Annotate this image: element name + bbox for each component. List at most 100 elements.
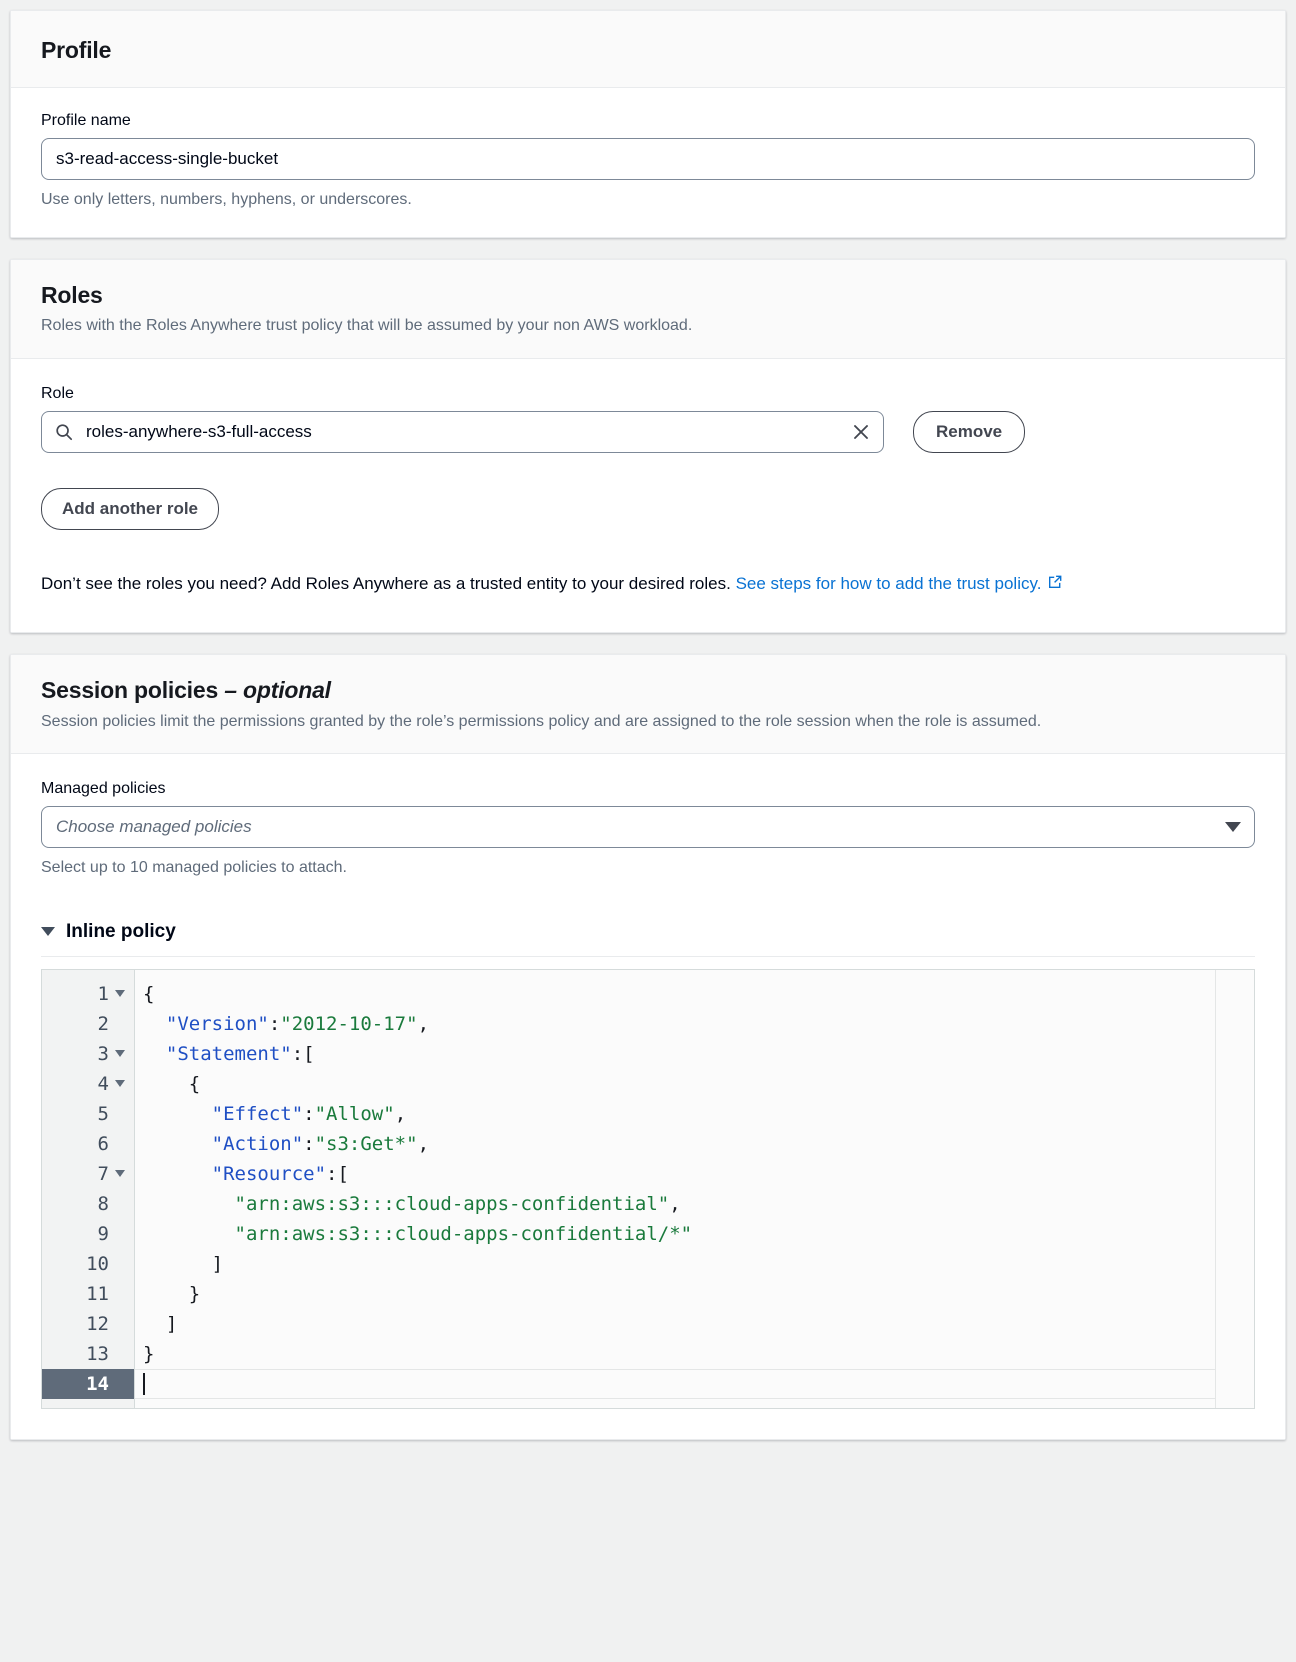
- editor-code-line[interactable]: "Resource":[: [135, 1159, 1215, 1189]
- external-link-icon[interactable]: [1046, 570, 1064, 602]
- add-another-role-button[interactable]: Add another role: [41, 487, 220, 530]
- fold-triangle-icon[interactable]: [113, 990, 126, 998]
- json-token-punc: :[: [326, 1162, 349, 1185]
- triangle-down-icon: [41, 927, 55, 937]
- editor-line-number[interactable]: 5: [42, 1099, 134, 1129]
- json-token-punc: ,: [669, 1192, 681, 1215]
- editor-line-number[interactable]: 12: [42, 1309, 134, 1339]
- editor-code-line[interactable]: "Effect":"Allow",: [135, 1099, 1215, 1129]
- json-token-str: "Allow": [314, 1102, 395, 1125]
- editor-code-line[interactable]: "arn:aws:s3:::cloud-apps-confidential/*": [135, 1219, 1215, 1249]
- line-number: 10: [86, 1252, 109, 1275]
- managed-policies-placeholder: Choose managed policies: [56, 816, 252, 836]
- inline-policy-toggle[interactable]: Inline policy: [41, 921, 1255, 957]
- json-token-punc: :: [303, 1132, 315, 1155]
- json-token-punc: [143, 1193, 235, 1215]
- editor-code-line[interactable]: }: [135, 1339, 1215, 1369]
- line-number: 5: [97, 1102, 109, 1125]
- json-token-punc: [143, 1163, 212, 1185]
- session-policies-title: Session policies – optional: [41, 677, 1255, 703]
- json-token-punc: ]: [143, 1312, 178, 1335]
- role-label: Role: [41, 384, 74, 402]
- editor-code-line[interactable]: "Statement":[: [135, 1039, 1215, 1069]
- roles-note-text: Don’t see the roles you need? Add Roles …: [41, 573, 736, 593]
- managed-policies-label: Managed policies: [41, 779, 166, 797]
- editor-code-line[interactable]: }: [135, 1279, 1215, 1309]
- editor-code-line[interactable]: [135, 1368, 1215, 1399]
- editor-line-number[interactable]: 3: [42, 1039, 134, 1069]
- line-number: 6: [97, 1132, 109, 1155]
- fold-triangle-icon[interactable]: [113, 1050, 126, 1058]
- editor-code-area[interactable]: { "Version":"2012-10-17", "Statement":[ …: [135, 970, 1215, 1408]
- add-role-wrap: Add another role: [41, 487, 1255, 530]
- editor-line-number[interactable]: 6: [42, 1129, 134, 1159]
- editor-line-number[interactable]: 13: [42, 1339, 134, 1369]
- managed-policies-select-wrap: Choose managed policies: [41, 805, 1255, 848]
- json-token-punc: [143, 1223, 235, 1245]
- json-token-punc: }: [143, 1282, 201, 1305]
- remove-role-button[interactable]: Remove: [913, 410, 1026, 453]
- inline-policy-title: Inline policy: [66, 920, 176, 942]
- json-token-punc: :[: [291, 1042, 315, 1065]
- session-policies-header: Session policies – optional Session poli…: [11, 655, 1285, 754]
- json-token-punc: [143, 1133, 212, 1155]
- json-token-punc: ]: [143, 1252, 224, 1275]
- json-token-key: "Action": [211, 1132, 304, 1155]
- json-token-punc: ,: [394, 1102, 407, 1125]
- json-token-key: "Effect": [211, 1102, 304, 1125]
- editor-gutter[interactable]: 1 2 3 4 5 6 7 8 9 10 11 12 13 14: [42, 969, 135, 1408]
- json-token-str: "s3:Get*": [314, 1132, 418, 1155]
- close-icon[interactable]: [848, 419, 874, 445]
- editor-line-number[interactable]: 4: [42, 1069, 134, 1099]
- roles-card: Roles Roles with the Roles Anywhere trus…: [10, 259, 1286, 634]
- line-number: 2: [97, 1012, 109, 1035]
- editor-line-number[interactable]: 11: [42, 1279, 134, 1309]
- editor-code-line[interactable]: ]: [135, 1309, 1215, 1339]
- fold-triangle-icon[interactable]: [113, 1170, 126, 1178]
- optional-badge: – optional: [224, 677, 331, 704]
- inline-policy-section: Inline policy 1 2 3 4 5 6 7 8 9 10 11 12 13 14 { "Ver…: [41, 921, 1255, 1409]
- editor-line-number[interactable]: 9: [42, 1219, 134, 1249]
- page-title: Profile: [41, 37, 112, 63]
- editor-code-line[interactable]: {: [135, 1069, 1215, 1099]
- session-policies-body: Managed policies Choose managed policies…: [11, 753, 1285, 1439]
- managed-policies-hint: Select up to 10 managed policies to atta…: [41, 858, 347, 876]
- session-policies-description: Session policies limit the permissions g…: [41, 712, 1042, 730]
- editor-code-line[interactable]: ]: [135, 1249, 1215, 1279]
- profile-name-input[interactable]: [41, 138, 1255, 181]
- role-search-input[interactable]: [41, 410, 884, 453]
- inline-policy-editor[interactable]: 1 2 3 4 5 6 7 8 9 10 11 12 13 14 { "Version":"2012-10…: [41, 968, 1255, 1409]
- line-number: 3: [97, 1042, 109, 1065]
- editor-line-number[interactable]: 7: [42, 1159, 134, 1189]
- session-policies-title-text: Session policies: [41, 677, 219, 704]
- editor-line-number[interactable]: 2: [42, 1009, 134, 1039]
- editor-minimap[interactable]: [1215, 969, 1254, 1408]
- json-token-str: "arn:aws:s3:::cloud-apps-confidential": [234, 1192, 670, 1215]
- line-number: 13: [86, 1342, 109, 1365]
- json-token-punc: :: [303, 1102, 315, 1125]
- roles-card-header: Roles Roles with the Roles Anywhere trus…: [11, 260, 1285, 359]
- editor-code-line[interactable]: {: [135, 979, 1215, 1009]
- line-number: 7: [97, 1162, 109, 1185]
- editor-line-number[interactable]: 10: [42, 1249, 134, 1279]
- fold-triangle-icon[interactable]: [113, 1080, 126, 1088]
- roles-title: Roles: [41, 282, 103, 309]
- json-token-punc: {: [143, 982, 155, 1005]
- editor-code-line[interactable]: "Action":"s3:Get*",: [135, 1129, 1215, 1159]
- editor-code-line[interactable]: "arn:aws:s3:::cloud-apps-confidential",: [135, 1189, 1215, 1219]
- json-token-str: "2012-10-17": [280, 1012, 418, 1035]
- profile-card-header: Profile: [11, 11, 1285, 89]
- json-token-punc: {: [143, 1072, 201, 1095]
- editor-code-line[interactable]: "Version":"2012-10-17",: [135, 1009, 1215, 1039]
- profile-card-body: Profile name Use only letters, numbers, …: [11, 88, 1285, 238]
- profile-name-hint: Use only letters, numbers, hyphens, or u…: [41, 191, 412, 209]
- trust-policy-link[interactable]: See steps for how to add the trust polic…: [736, 574, 1042, 593]
- line-number: 12: [86, 1312, 109, 1335]
- editor-line-number[interactable]: 8: [42, 1189, 134, 1219]
- json-token-key: "Statement": [165, 1042, 292, 1065]
- editor-line-number[interactable]: 14: [42, 1368, 134, 1399]
- json-token-str: "arn:aws:s3:::cloud-apps-confidential/*": [234, 1222, 693, 1245]
- line-number: 1: [97, 982, 109, 1005]
- managed-policies-select[interactable]: Choose managed policies: [41, 805, 1255, 848]
- editor-line-number[interactable]: 1: [42, 979, 134, 1009]
